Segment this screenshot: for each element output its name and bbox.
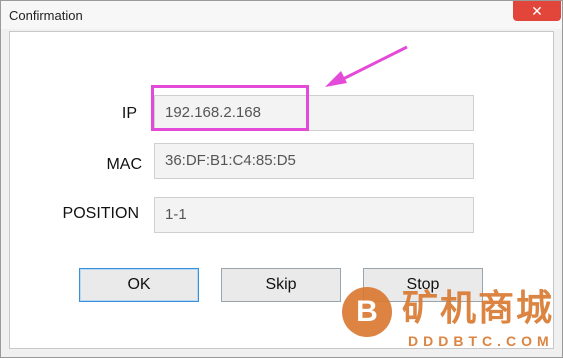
title-bar: Confirmation ✕ [1, 1, 562, 29]
confirmation-window: Confirmation ✕ IP MAC POSITION 192.168.2… [0, 0, 563, 358]
skip-button[interactable]: Skip [221, 268, 341, 302]
mac-label: MAC [106, 156, 142, 173]
watermark-text: 矿机商城 [402, 287, 555, 328]
watermark: B 矿机商城 DDDBTC.COM [342, 283, 563, 359]
ip-highlight-box [151, 85, 309, 131]
position-field[interactable]: 1-1 [154, 197, 474, 233]
ok-button[interactable]: OK [79, 268, 199, 302]
annotation-arrow-icon [325, 45, 408, 87]
window-title: Confirmation [9, 8, 83, 23]
ip-label: IP [121, 105, 137, 122]
close-button[interactable]: ✕ [513, 1, 561, 21]
mac-field[interactable]: 36:DF:B1:C4:85:D5 [154, 143, 474, 179]
close-icon: ✕ [531, 3, 543, 19]
watermark-logo-letter: B [356, 295, 378, 328]
watermark-subtext: DDDBTC.COM [408, 333, 554, 349]
position-label: POSITION [62, 205, 139, 222]
